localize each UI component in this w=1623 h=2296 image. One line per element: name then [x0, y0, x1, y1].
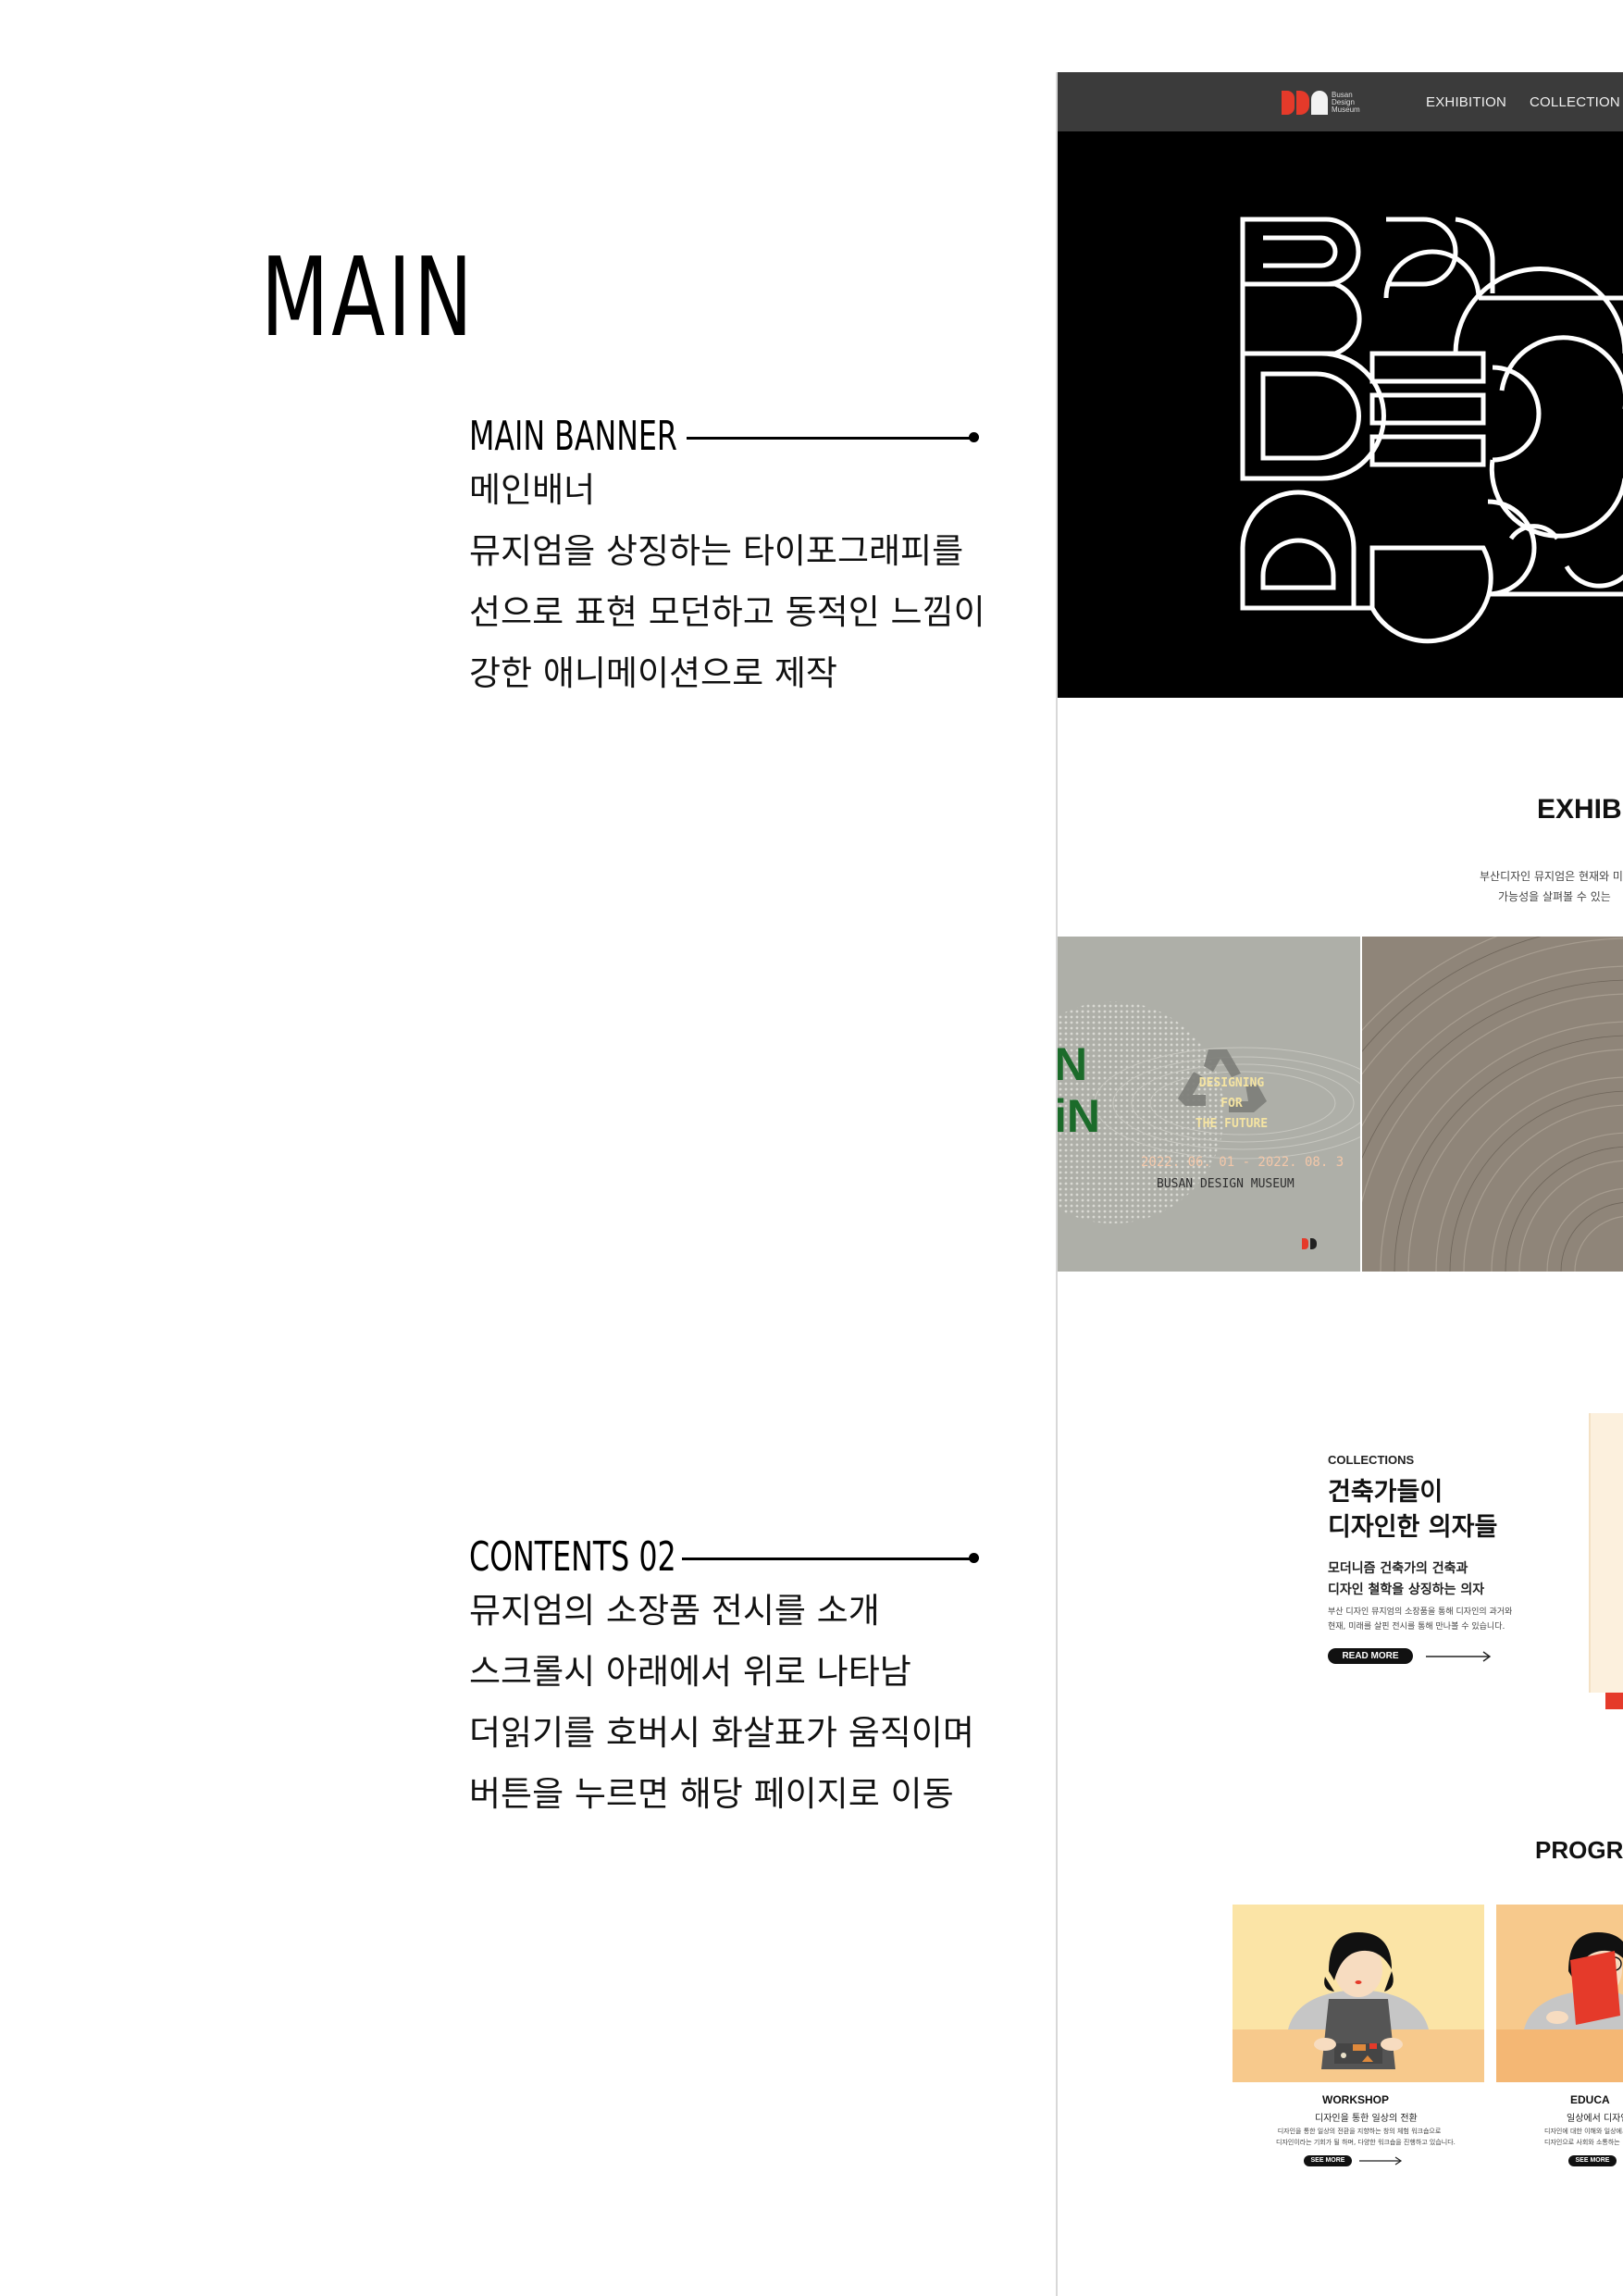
program-card-education[interactable]	[1496, 1905, 1623, 2082]
collection-image-panel	[1589, 1413, 1623, 1693]
education-illustration	[1496, 1905, 1623, 2082]
website-mockup: Busan Design Museum EXHIBITION COLLECTIO…	[1056, 72, 1623, 2296]
collections-title: 건축가들이 디자인한 의자들	[1328, 1478, 1498, 1542]
exhibition-dates: 2022. 06. 01 - 2022. 08. 3	[1141, 1155, 1344, 1170]
annotation-main-banner: MAIN BANNER 메인배너 뮤지엄을 상징하는 타이포그래피를 선으로 표…	[469, 414, 987, 704]
nav-item-exhibition[interactable]: EXHIBITION	[1426, 94, 1506, 110]
annotation-line: 선으로 표현 모던하고 동적인 느낌이	[469, 592, 985, 632]
annotation-line: 메인배너	[469, 470, 596, 510]
annotation-line: 강한 애니메이션으로 제작	[469, 653, 837, 693]
page-title: MAIN	[261, 233, 476, 361]
logo-mark-icon	[1282, 91, 1328, 115]
program-card-subtitle: 일상에서 디자인	[1567, 2114, 1623, 2124]
collection-accent-block	[1605, 1693, 1623, 1709]
nav-item-collection[interactable]: COLLECTION	[1530, 94, 1620, 110]
program-card-title: WORKSHOP	[1322, 2093, 1389, 2106]
leader-dot	[969, 432, 979, 442]
collections-label: COLLECTIONS	[1328, 1453, 1415, 1467]
site-logo[interactable]: Busan Design Museum	[1282, 91, 1360, 115]
exhibition-label: DESIGNING FOR THE FUTURE	[1195, 1076, 1269, 1131]
leader-line	[682, 1558, 973, 1560]
arrow-right-icon[interactable]	[1359, 2155, 1404, 2166]
read-more-button[interactable]: READ MORE	[1328, 1648, 1413, 1664]
workshop-illustration	[1233, 1905, 1484, 2082]
annotation-line: 버튼을 누르면 해당 페이지로 이동	[469, 1774, 954, 1814]
annotation-line: 뮤지엄을 상징하는 타이포그래피를	[469, 531, 964, 571]
typography-outline-graphic	[1240, 217, 1623, 644]
program-card-workshop[interactable]	[1233, 1905, 1484, 2082]
annotation-contents-02: CONTENTS 02 뮤지엄의 소장품 전시를 소개 스크롤시 아래에서 위로…	[469, 1534, 987, 1825]
annotation-title: MAIN BANNER	[469, 413, 677, 460]
leader-dot	[969, 1553, 979, 1563]
arrow-right-icon[interactable]	[1426, 1650, 1493, 1663]
annotation-line: 스크롤시 아래에서 위로 나타남	[469, 1652, 911, 1692]
see-more-button[interactable]: SEE MORE	[1568, 2155, 1617, 2166]
logo-text: Busan Design Museum	[1332, 91, 1360, 114]
annotation-description: 메인배너 뮤지엄을 상징하는 타이포그래피를 선으로 표현 모던하고 동적인 느…	[469, 460, 987, 704]
section-title-program: PROGRA	[1535, 1836, 1623, 1864]
concentric-texture-graphic	[1362, 937, 1623, 1272]
collections-subtitle: 모더니즘 건축가의 건축과 디자인 철학을 상징하는 의자	[1328, 1561, 1485, 1597]
see-more-button[interactable]: SEE MORE	[1304, 2155, 1352, 2166]
annotation-line: 더읽기를 호버시 화살표가 움직이며	[469, 1713, 974, 1753]
exhibition-venue: BUSAN DESIGN MUSEUM	[1157, 1177, 1295, 1191]
program-card-description: 디자인에 대한 이해와 일상에서 디자인으로 사회와 소통하는	[1544, 2128, 1623, 2146]
leader-line	[687, 437, 973, 440]
section-title-exhibition: EXHIBI	[1537, 794, 1623, 825]
small-logo-icon	[1302, 1238, 1317, 1249]
annotation-description: 뮤지엄의 소장품 전시를 소개 스크롤시 아래에서 위로 나타남 더읽기를 호버…	[469, 1581, 987, 1825]
program-card-title: EDUCA	[1570, 2093, 1610, 2106]
exhibition-description: 부산디자인 뮤지엄은 현재와 미 가능성을 살펴볼 수 있는	[1480, 870, 1623, 903]
top-navbar: Busan Design Museum EXHIBITION COLLECTIO…	[1058, 72, 1623, 131]
collections-description: 부산 디자인 뮤지엄의 소장품을 통해 디자인의 과거와 현재, 미래를 살핀 …	[1328, 1607, 1513, 1632]
exhibition-headline: N iN	[1058, 1038, 1100, 1142]
main-banner	[1058, 131, 1623, 698]
program-card-description: 디자인을 통한 일상의 전환을 지향하는 창의 체험 워크숍으로 디자인이라는 …	[1276, 2128, 1456, 2146]
annotation-title: CONTENTS 02	[469, 1533, 676, 1581]
exhibition-card-designing-future[interactable]: N iN DESIGNING FOR THE FUTURE 2022. 06. …	[1058, 937, 1360, 1272]
exhibition-card-texture[interactable]	[1362, 937, 1623, 1272]
annotation-line: 뮤지엄의 소장품 전시를 소개	[469, 1591, 880, 1631]
program-card-subtitle: 디자인을 통한 일상의 전환	[1315, 2114, 1418, 2124]
